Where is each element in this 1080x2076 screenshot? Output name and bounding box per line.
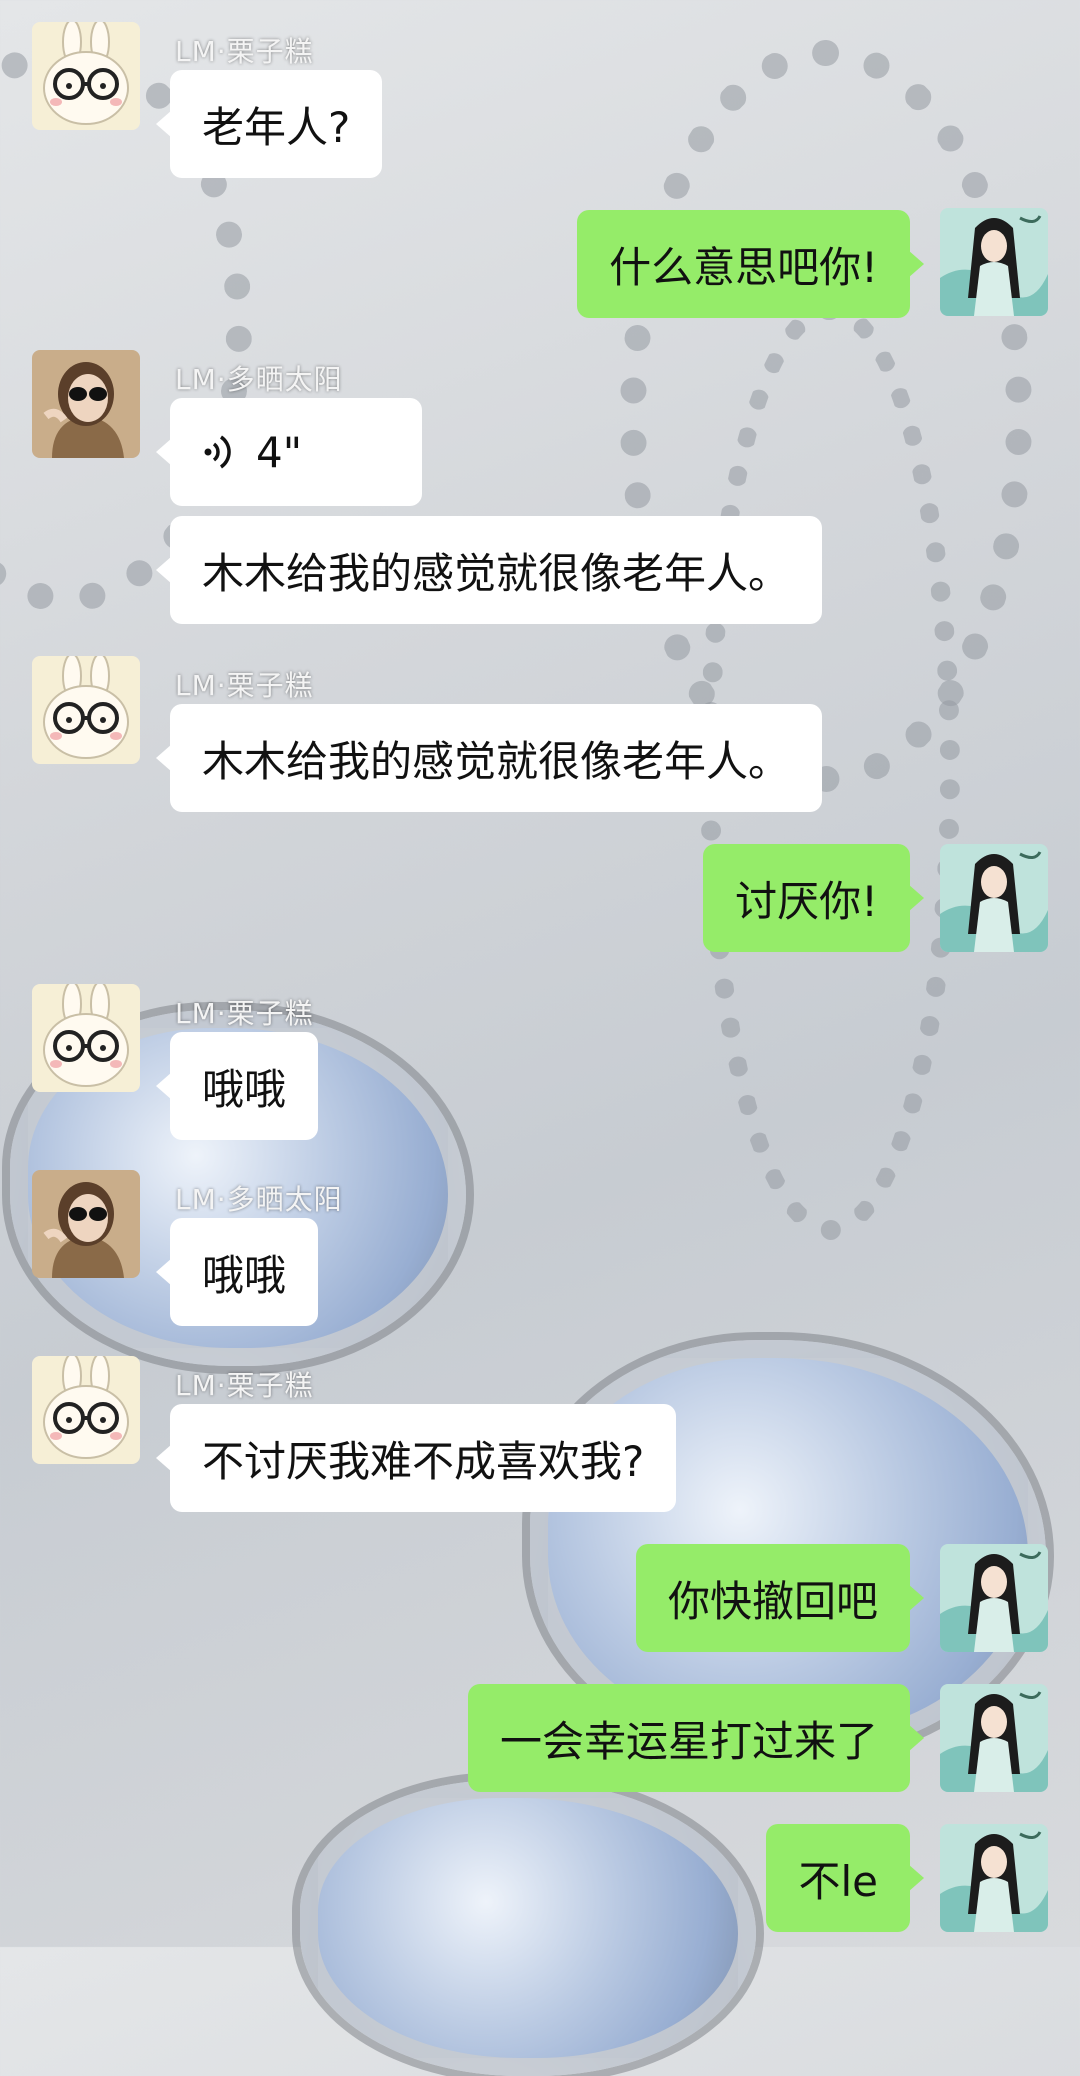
avatar-me[interactable]: [940, 1684, 1048, 1792]
message-bubble[interactable]: 木木给我的感觉就很像老年人。: [155, 516, 823, 624]
message-bubble[interactable]: 什么意思吧你!: [577, 210, 924, 318]
avatar-lizi[interactable]: [32, 22, 140, 130]
voice-message-bubble[interactable]: 4": [156, 398, 422, 506]
message-bubble[interactable]: 一会幸运星打过来了: [467, 1684, 925, 1792]
avatar-lizi[interactable]: [32, 984, 140, 1092]
message-bubble[interactable]: 不le: [766, 1824, 924, 1932]
sunglasses-selfie-avatar-icon: [32, 1170, 140, 1278]
ink-painting-girl-avatar-icon: [940, 1544, 1048, 1652]
message-bubble[interactable]: 讨厌你!: [703, 844, 924, 952]
avatar-lizi[interactable]: [32, 1356, 140, 1464]
avatar-duoshai[interactable]: [32, 350, 140, 458]
avatar-me[interactable]: [940, 208, 1048, 316]
avatar-me[interactable]: [940, 1824, 1048, 1932]
message-bubble[interactable]: 哦哦: [155, 1218, 319, 1326]
bunny-glasses-avatar-icon: [32, 984, 140, 1092]
bunny-glasses-avatar-icon: [32, 656, 140, 764]
message-bubble[interactable]: 老年人?: [155, 70, 383, 178]
ink-painting-girl-avatar-icon: [940, 844, 1048, 952]
voice-duration: 4": [256, 427, 303, 477]
sender-name: LM·多晒太阳: [175, 363, 343, 396]
sender-name: LM·多晒太阳: [175, 1183, 343, 1216]
ink-painting-girl-avatar-icon: [940, 208, 1048, 316]
sender-name: LM·栗子糕: [175, 997, 314, 1030]
avatar-me[interactable]: [940, 844, 1048, 952]
message-bubble[interactable]: 哦哦: [155, 1032, 319, 1140]
avatar-me[interactable]: [940, 1544, 1048, 1652]
ink-painting-girl-avatar-icon: [940, 1684, 1048, 1792]
avatar-lizi[interactable]: [32, 656, 140, 764]
sunglasses-selfie-avatar-icon: [32, 350, 140, 458]
avatar-duoshai[interactable]: [32, 1170, 140, 1278]
bunny-glasses-avatar-icon: [32, 1356, 140, 1464]
sender-name: LM·栗子糕: [175, 35, 314, 68]
message-bubble[interactable]: 木木给我的感觉就很像老年人。: [155, 704, 823, 812]
sender-name: LM·栗子糕: [175, 669, 314, 702]
ink-painting-girl-avatar-icon: [940, 1824, 1048, 1932]
bunny-glasses-avatar-icon: [32, 22, 140, 130]
sender-name: LM·栗子糕: [175, 1369, 314, 1402]
message-bubble[interactable]: 你快撤回吧: [635, 1544, 925, 1652]
message-bubble[interactable]: 不讨厌我难不成喜欢我?: [155, 1404, 677, 1512]
voice-wave-icon: [202, 432, 238, 472]
